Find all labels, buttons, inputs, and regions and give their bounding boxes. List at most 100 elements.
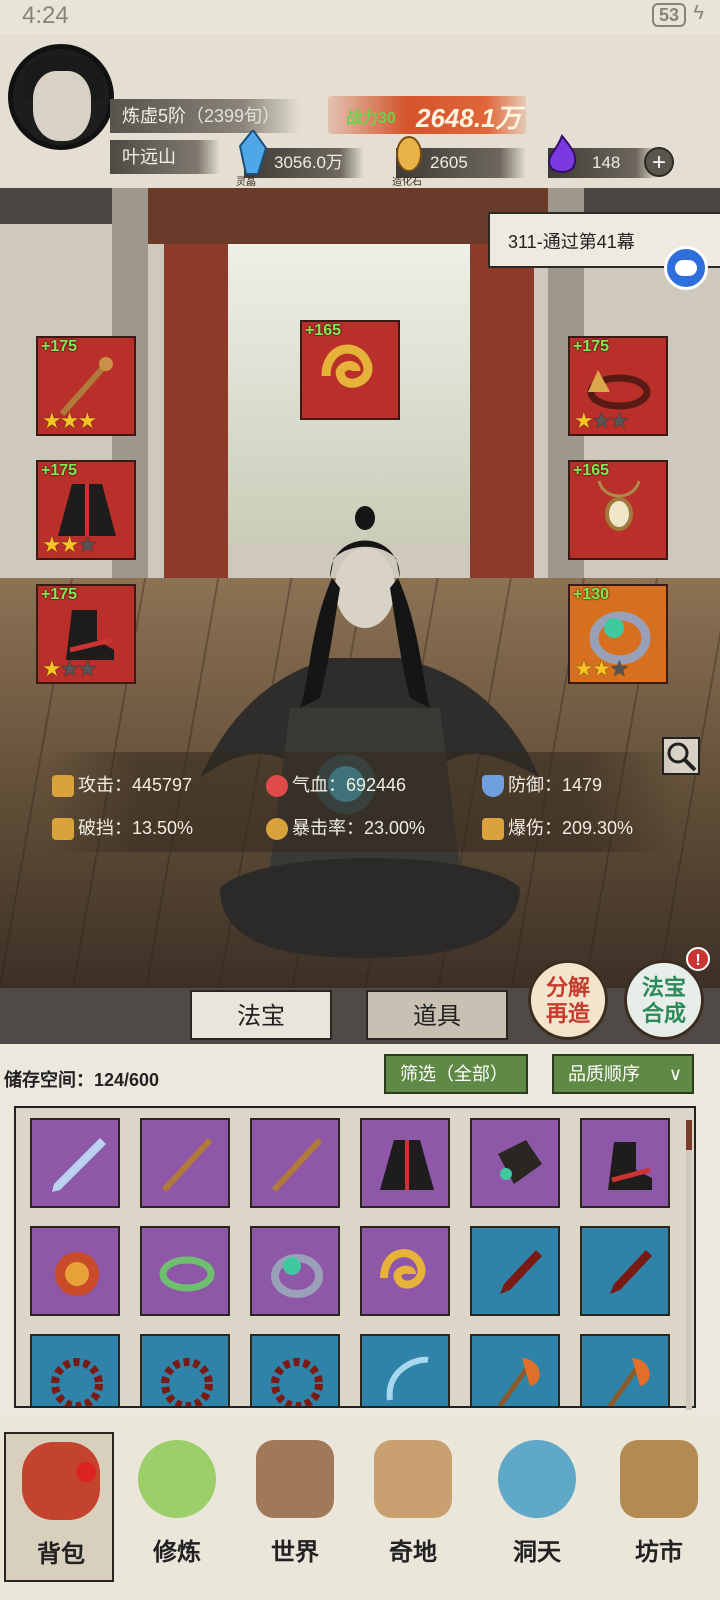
decompose-button[interactable]: 分解 再造 bbox=[528, 960, 608, 1040]
portal-icon bbox=[498, 1440, 576, 1518]
inventory-item[interactable] bbox=[30, 1226, 120, 1316]
lotus-icon bbox=[138, 1440, 216, 1518]
scroll-map-icon bbox=[256, 1440, 334, 1518]
sword-icon bbox=[52, 1138, 106, 1192]
realm-label: 炼虚5阶（2399旬） bbox=[110, 99, 300, 133]
star-rating: ★★★ bbox=[42, 408, 97, 433]
nav-grotto[interactable]: 洞天 bbox=[482, 1432, 592, 1582]
stat-hp: 气血：692446 bbox=[266, 771, 406, 798]
wreath-icon bbox=[159, 1256, 215, 1292]
inventory-item[interactable] bbox=[30, 1118, 120, 1208]
nav-cultivate[interactable]: 修炼 bbox=[122, 1432, 232, 1582]
purple-flame-icon bbox=[548, 134, 577, 173]
star-rating: ★★★ bbox=[574, 656, 629, 681]
attack-icon bbox=[52, 775, 74, 798]
sort-dropdown[interactable]: 品质顺序 ∨ bbox=[552, 1054, 694, 1094]
filter-button[interactable]: 筛选（全部） bbox=[384, 1054, 528, 1094]
battery-level: 53 bbox=[651, 3, 686, 27]
inventory-item[interactable] bbox=[360, 1118, 450, 1208]
bow-icon bbox=[386, 1356, 429, 1401]
nav-wonderland[interactable]: 奇地 bbox=[358, 1432, 468, 1582]
axe-icon bbox=[607, 1358, 650, 1406]
avatar-face bbox=[33, 71, 91, 141]
thorn-ring-icon bbox=[161, 1358, 213, 1406]
robe-icon bbox=[380, 1140, 434, 1190]
realm-text: 炼虚5阶 bbox=[122, 106, 187, 126]
inventory-item[interactable] bbox=[360, 1334, 450, 1406]
equip-slot-ring[interactable]: +130 ★★★ bbox=[568, 584, 668, 684]
notification-badge: ! bbox=[686, 947, 710, 971]
tab-treasure[interactable]: 法宝 bbox=[190, 990, 332, 1040]
stat-penetration: 破挡：13.50% bbox=[52, 814, 193, 841]
treasure-chest-icon bbox=[620, 1440, 698, 1518]
equip-slot-headband[interactable]: +175 ★★★ bbox=[568, 336, 668, 436]
ring-icon bbox=[271, 1254, 323, 1298]
equip-slot-robe[interactable]: +175 ★★★ bbox=[36, 460, 136, 560]
staff-icon bbox=[161, 1137, 213, 1193]
tab-items[interactable]: 道具 bbox=[366, 990, 508, 1040]
inventory-item[interactable] bbox=[580, 1334, 670, 1406]
chevron-down-icon: ∨ bbox=[668, 1064, 682, 1084]
resource-spirit-crystal: 3056.0万 灵晶 bbox=[236, 130, 364, 188]
inventory-item[interactable] bbox=[140, 1334, 230, 1406]
inventory-item[interactable] bbox=[470, 1118, 560, 1208]
inventory-scrollbar[interactable] bbox=[686, 1120, 692, 1410]
inventory-item[interactable] bbox=[250, 1334, 340, 1406]
crit-damage-icon bbox=[482, 818, 504, 841]
nav-world[interactable]: 世界 bbox=[240, 1432, 350, 1582]
inventory-item[interactable] bbox=[250, 1118, 340, 1208]
combat-power: 战力30 2648.1万 bbox=[328, 96, 526, 134]
chat-icon[interactable] bbox=[664, 246, 708, 290]
penetration-icon bbox=[52, 818, 74, 841]
axe-icon bbox=[497, 1358, 540, 1406]
staff-icon bbox=[271, 1137, 323, 1193]
equip-slot-crown[interactable]: +165 bbox=[300, 320, 400, 420]
player-avatar[interactable] bbox=[8, 44, 114, 150]
status-bar: 4:24 53 ϟ bbox=[0, 0, 720, 34]
stat-attack: 攻击：445797 bbox=[52, 771, 192, 798]
star-rating: ★★★ bbox=[574, 408, 629, 433]
equip-slot-amulet[interactable]: +165 bbox=[568, 460, 668, 560]
player-name: 叶远山 bbox=[110, 140, 220, 174]
cloud-crown-icon bbox=[321, 344, 373, 388]
add-resource-button[interactable]: + bbox=[644, 147, 674, 177]
resource-purple-flame: 148 bbox=[548, 134, 658, 178]
inventory-item[interactable] bbox=[140, 1118, 230, 1208]
helmet-icon bbox=[55, 1252, 99, 1296]
nav-backpack[interactable]: 背包 bbox=[4, 1432, 114, 1582]
inventory-item[interactable] bbox=[250, 1226, 340, 1316]
thorn-ring-icon bbox=[271, 1358, 323, 1406]
equip-slot-weapon[interactable]: +175 ★★★ bbox=[36, 336, 136, 436]
inventory-item[interactable] bbox=[470, 1334, 560, 1406]
stat-defense: 防御：1479 bbox=[482, 771, 602, 798]
inventory-grid bbox=[14, 1106, 696, 1408]
inventory-item[interactable] bbox=[360, 1226, 450, 1316]
scrollbar-thumb[interactable] bbox=[686, 1120, 692, 1150]
cloud-crown-icon bbox=[380, 1249, 426, 1289]
realm-days: （2399旬） bbox=[186, 106, 281, 126]
inventory-item[interactable] bbox=[140, 1226, 230, 1316]
quest-text: 311-通过第41幕 bbox=[508, 232, 635, 252]
dagger-icon bbox=[610, 1250, 652, 1294]
inventory-item[interactable] bbox=[580, 1118, 670, 1208]
amulet-icon bbox=[597, 480, 641, 531]
dagger-icon bbox=[500, 1250, 542, 1294]
stat-crit-damage: 爆伤：209.30% bbox=[482, 814, 633, 841]
clock: 4:24 bbox=[22, 2, 69, 29]
boots-icon bbox=[608, 1142, 652, 1190]
charging-icon: ϟ bbox=[693, 2, 704, 24]
nav-notification-dot bbox=[76, 1462, 96, 1482]
synthesize-button[interactable]: 法宝 合成 bbox=[624, 960, 704, 1040]
cultivator-character bbox=[200, 506, 540, 958]
inventory-item[interactable] bbox=[580, 1226, 670, 1316]
thorn-ring-icon bbox=[51, 1358, 103, 1406]
heart-icon bbox=[266, 775, 288, 798]
storage-capacity: 储存空间：124/600 bbox=[4, 1070, 160, 1090]
crit-rate-icon bbox=[266, 818, 288, 841]
resource-creation-stone: 2605 造化石 bbox=[392, 136, 526, 188]
stat-crit-rate: 暴击率：23.00% bbox=[266, 814, 425, 841]
nav-market[interactable]: 坊市 bbox=[604, 1432, 714, 1582]
inventory-item[interactable] bbox=[30, 1334, 120, 1406]
inventory-item[interactable] bbox=[470, 1226, 560, 1316]
equip-slot-boots[interactable]: +175 ★★★ bbox=[36, 584, 136, 684]
